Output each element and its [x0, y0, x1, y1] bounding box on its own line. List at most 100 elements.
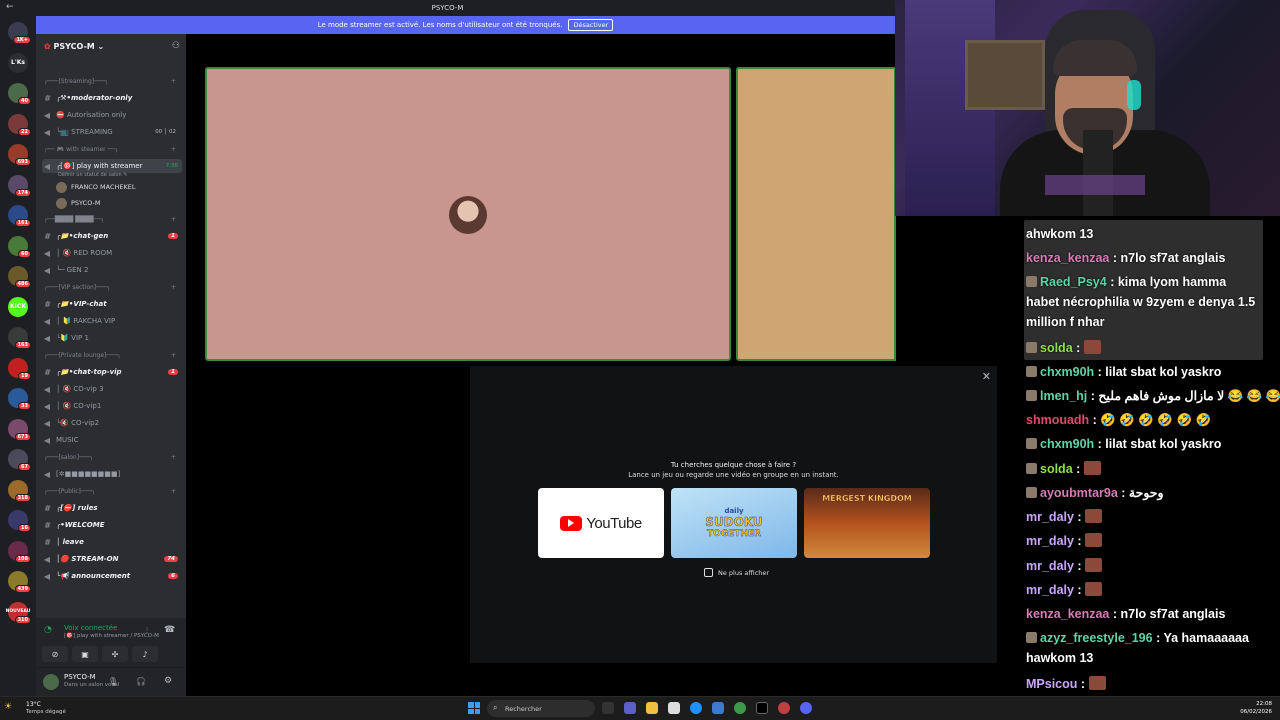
channel-category[interactable]: ╭───[salon]───╮ +: [42, 450, 182, 464]
chat-username[interactable]: Raed_Psy4: [1040, 275, 1107, 289]
chat-username[interactable]: MPsicou: [1026, 677, 1077, 691]
server-icon-8[interactable]: 486: [8, 266, 31, 288]
teams-icon[interactable]: [624, 702, 636, 714]
soundboard-button[interactable]: ♪: [132, 646, 158, 662]
chat-username[interactable]: solda: [1040, 341, 1073, 355]
chat-username[interactable]: lmen_hj: [1040, 389, 1087, 403]
server-icon-0[interactable]: 1K+: [8, 22, 31, 44]
discord-taskbar-icon[interactable]: [800, 702, 812, 714]
add-channel-icon[interactable]: +: [171, 488, 176, 495]
text-channel[interactable]: # ╭📁•chat-top-vip 1: [42, 365, 182, 379]
chat-username[interactable]: chxm90h: [1040, 437, 1094, 451]
camera-toggle-button[interactable]: ⊘: [42, 646, 68, 662]
text-channel[interactable]: # ╭📁•chat-gen 1: [42, 229, 182, 243]
voice-channel[interactable]: ◀ ╰📢 announcement 6: [42, 569, 182, 583]
channel-status[interactable]: Définir un statut de salon ✎: [58, 172, 127, 178]
add-channel-icon[interactable]: +: [171, 216, 176, 223]
add-member-icon[interactable]: ⚇: [172, 41, 180, 51]
chat-username[interactable]: solda: [1040, 462, 1073, 476]
disable-streamer-mode-button[interactable]: Désactiver: [568, 19, 614, 31]
chat-username[interactable]: azyz_freestyle_196: [1040, 631, 1153, 645]
server-icon-12[interactable]: 33: [8, 388, 31, 410]
mergest-kingdom-card[interactable]: MERGEST KINGDOM: [804, 488, 930, 558]
mail-icon[interactable]: [712, 702, 724, 714]
chat-username[interactable]: mr_daly: [1026, 583, 1074, 597]
server-icon-13[interactable]: 673: [8, 418, 31, 441]
voice-channel[interactable]: ◀ ╰─ GEN 2: [42, 263, 182, 277]
task-view-icon[interactable]: [602, 702, 614, 714]
voice-channel[interactable]: ◀ [✲■■■■■■■■]: [42, 467, 182, 481]
text-channel[interactable]: # ╭•WELCOME: [42, 518, 182, 532]
chrome-icon[interactable]: [734, 702, 746, 714]
chat-username[interactable]: chxm90h: [1040, 365, 1094, 379]
voice-channel[interactable]: ◀ ╰🔇 CO-vip2: [42, 416, 182, 430]
chat-username[interactable]: ayoubmtar9a: [1040, 486, 1118, 500]
server-icon-6[interactable]: 161: [8, 205, 31, 227]
chat-username[interactable]: mr_daly: [1026, 510, 1074, 524]
server-icon-2[interactable]: 40: [8, 83, 31, 105]
edge-icon[interactable]: [690, 702, 702, 714]
text-channel[interactable]: # │ leave: [42, 535, 182, 549]
steam-icon[interactable]: [756, 702, 768, 714]
server-icon-5[interactable]: 174: [8, 174, 31, 197]
headphones-icon[interactable]: 🎧: [136, 677, 146, 686]
voice-channel[interactable]: ◀ │ 🔇 CO-vip 3: [42, 382, 182, 396]
voice-channel[interactable]: ◀ │ 🔰 RAKCHA VIP: [42, 314, 182, 328]
youtube-card[interactable]: YouTube: [538, 488, 664, 558]
server-icon-10[interactable]: 163: [8, 327, 31, 349]
dont-show-again-checkbox[interactable]: Ne plus afficher: [704, 568, 769, 577]
add-channel-icon[interactable]: +: [171, 454, 176, 461]
add-channel-icon[interactable]: +: [171, 146, 176, 153]
chat-username[interactable]: shmouadh: [1026, 413, 1089, 427]
activities-button[interactable]: ✣: [102, 646, 128, 662]
close-icon[interactable]: ✕: [982, 370, 991, 383]
voice-channel[interactable]: ◀ MUSIC: [42, 433, 182, 447]
server-icon-9[interactable]: KICK: [8, 296, 28, 317]
server-icon-7[interactable]: 60: [8, 235, 31, 258]
chat-username[interactable]: mr_daly: [1026, 534, 1074, 548]
channel-category[interactable]: ╭──████ ████──╮ +: [42, 212, 182, 226]
server-icon-16[interactable]: 16: [8, 510, 31, 532]
server-icon-3[interactable]: 22: [8, 113, 31, 136]
screen-share-button[interactable]: ▣: [72, 646, 98, 662]
taskbar-search[interactable]: ⌕ Rechercher: [487, 700, 595, 717]
server-icon-11[interactable]: 19: [8, 357, 31, 380]
system-clock[interactable]: 22:08 06/02/2026: [1240, 700, 1272, 716]
add-channel-icon[interactable]: +: [171, 284, 176, 291]
gear-icon[interactable]: ⚙: [164, 676, 172, 686]
voice-channel[interactable]: ◀ ⛔ Autorisation only: [42, 108, 182, 122]
voice-channel[interactable]: ◀ │🔴 STREAM-ON 74: [42, 552, 182, 566]
voice-channel[interactable]: ◀ │ 🔇 RED ROOM: [42, 246, 182, 260]
participant-tile-2[interactable]: [736, 67, 896, 361]
back-arrow-icon[interactable]: ←: [6, 2, 14, 12]
voice-channel[interactable]: ◀ ╰📺 STREAMING 00 │ 02: [42, 125, 182, 139]
text-channel[interactable]: # ╭📁•VIP-chat: [42, 297, 182, 311]
server-icon-1[interactable]: L'Ks: [8, 52, 28, 73]
text-channel[interactable]: # ╭⚒•moderator-only: [42, 91, 182, 105]
weather-temp[interactable]: 13°C: [26, 701, 41, 708]
server-icon-17[interactable]: 108: [8, 540, 31, 563]
voice-user[interactable]: PSYCO-M: [56, 196, 176, 210]
server-icon-4[interactable]: 693: [8, 144, 31, 166]
voice-user[interactable]: FRANCO MACHEKEL: [56, 180, 176, 194]
server-icon-14[interactable]: 67: [8, 449, 31, 471]
channel-category[interactable]: ╭───[VIP section]───╮ +: [42, 280, 182, 294]
windows-start-icon[interactable]: [468, 702, 480, 714]
voice-channel[interactable]: ◀ ╭[🎯] play with streamer 7:36: [42, 159, 182, 173]
channel-category[interactable]: ╭───[Private lounge]───╮ +: [42, 348, 182, 362]
voice-channel[interactable]: ◀ │ 🔇 CO-vip1: [42, 399, 182, 413]
channel-category[interactable]: ╭── 🎮 with steamer ──╮ +: [42, 142, 182, 156]
checkbox-box[interactable]: [704, 568, 713, 577]
server-icon-19[interactable]: NOUVEAU 310: [6, 601, 31, 624]
add-channel-icon[interactable]: +: [171, 352, 176, 359]
obs-icon[interactable]: [778, 702, 790, 714]
channel-category[interactable]: ╭───[Public]───╮ +: [42, 484, 182, 498]
chat-username[interactable]: kenza_kenzaa: [1026, 607, 1109, 621]
text-channel[interactable]: # ╭[⛔] rules: [42, 501, 182, 515]
chat-username[interactable]: kenza_kenzaa: [1026, 251, 1109, 265]
server-header[interactable]: ✿ PSYCO-M ⌄ ⚇: [36, 34, 186, 58]
voice-channel[interactable]: ◀ ╰🔰 VIP 1: [42, 331, 182, 345]
voice-channel-path[interactable]: [🎯] play with streamer / PSYCO-M: [64, 633, 159, 639]
server-icon-18[interactable]: 439: [8, 571, 31, 593]
file-explorer-icon[interactable]: [646, 702, 658, 714]
